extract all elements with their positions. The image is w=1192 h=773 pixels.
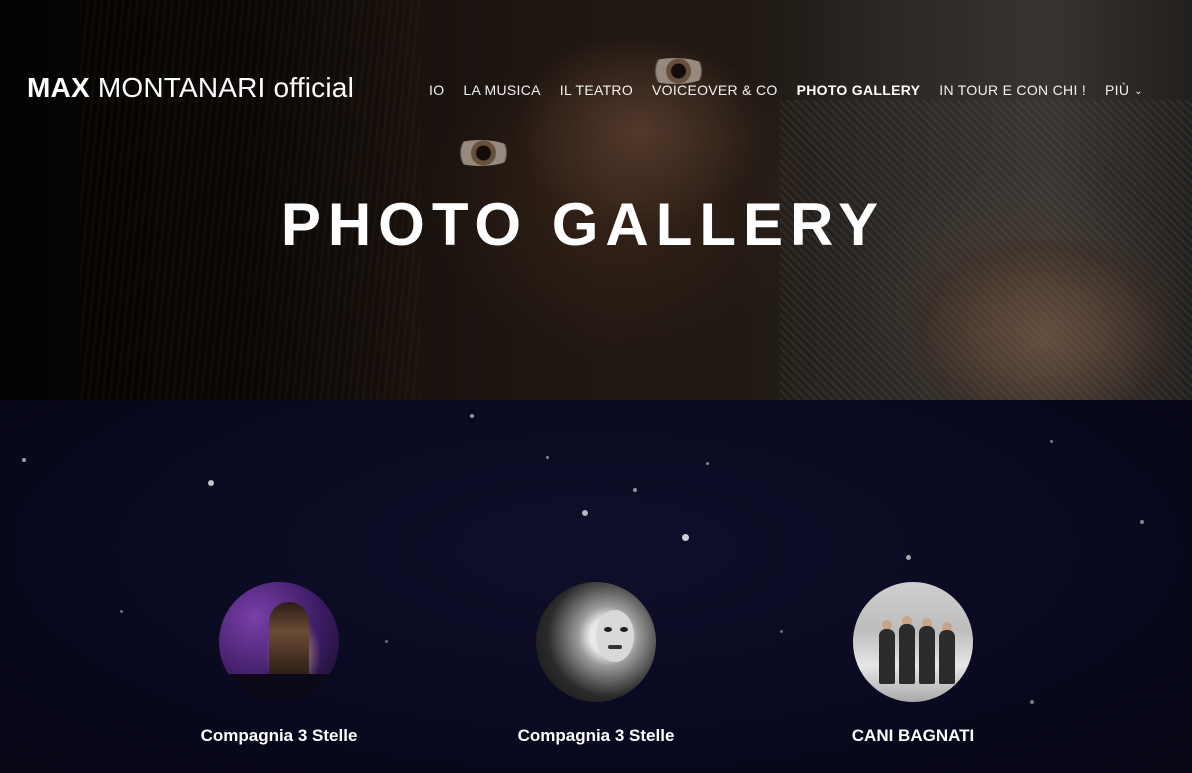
star-decoration bbox=[780, 630, 783, 633]
page-title: PHOTO GALLERY bbox=[280, 191, 886, 258]
thumbnail-eye bbox=[604, 627, 612, 632]
nav-item-photo-gallery[interactable]: PHOTO GALLERY bbox=[797, 82, 921, 98]
gallery-item[interactable]: CANI BAGNATI bbox=[788, 582, 1038, 746]
gallery-item[interactable]: Compagnia 3 Stelle bbox=[154, 582, 404, 746]
nav-item-la-musica[interactable]: LA MUSICA bbox=[463, 82, 540, 98]
chevron-down-icon: ⌄ bbox=[1134, 86, 1143, 97]
gallery-section: Compagnia 3 Stelle Compagnia 3 Stelle CA… bbox=[0, 400, 1192, 773]
nav-item-in-tour[interactable]: IN TOUR E CON CHI ! bbox=[939, 82, 1086, 98]
main-nav: IO LA MUSICA IL TEATRO VOICEOVER & CO PH… bbox=[429, 82, 1162, 98]
site-logo[interactable]: MAX MONTANARI official bbox=[27, 72, 354, 104]
star-decoration bbox=[582, 510, 588, 516]
gallery-thumbnail[interactable] bbox=[536, 582, 656, 702]
star-decoration bbox=[470, 414, 474, 418]
star-decoration bbox=[706, 462, 709, 465]
logo-light: MONTANARI bbox=[97, 72, 266, 103]
gallery-item[interactable]: Compagnia 3 Stelle bbox=[471, 582, 721, 746]
logo-bold: MAX bbox=[27, 72, 90, 103]
nav-item-piu[interactable]: PIÙ ⌄ bbox=[1105, 82, 1143, 98]
star-decoration bbox=[682, 534, 689, 541]
nav-item-piu-label: PIÙ bbox=[1105, 82, 1130, 98]
star-decoration bbox=[120, 610, 123, 613]
thumbnail-mouth bbox=[608, 645, 622, 649]
thumbnail-person bbox=[899, 624, 915, 684]
gallery-caption[interactable]: CANI BAGNATI bbox=[788, 726, 1038, 746]
star-decoration bbox=[1050, 440, 1053, 443]
gallery-caption[interactable]: Compagnia 3 Stelle bbox=[471, 726, 721, 746]
thumbnail-face bbox=[596, 610, 634, 662]
gallery-thumbnail[interactable] bbox=[219, 582, 339, 702]
gallery-thumbnail[interactable] bbox=[853, 582, 973, 702]
star-decoration bbox=[633, 488, 637, 492]
thumbnail-person bbox=[879, 629, 895, 684]
gallery-caption[interactable]: Compagnia 3 Stelle bbox=[154, 726, 404, 746]
thumbnail-stage bbox=[219, 674, 339, 702]
nav-item-il-teatro[interactable]: IL TEATRO bbox=[560, 82, 633, 98]
thumbnail-eye bbox=[620, 627, 628, 632]
star-decoration bbox=[906, 555, 911, 560]
star-decoration bbox=[22, 458, 26, 462]
hero-banner: MAX MONTANARI official IO LA MUSICA IL T… bbox=[0, 0, 1192, 400]
thumbnail-person bbox=[939, 630, 955, 684]
thumbnail-person bbox=[919, 626, 935, 684]
star-decoration bbox=[546, 456, 549, 459]
star-decoration bbox=[1140, 520, 1144, 524]
nav-item-io[interactable]: IO bbox=[429, 82, 444, 98]
logo-suffix: official bbox=[273, 72, 354, 103]
nav-item-voiceover[interactable]: VOICEOVER & CO bbox=[652, 82, 778, 98]
star-decoration bbox=[208, 480, 214, 486]
